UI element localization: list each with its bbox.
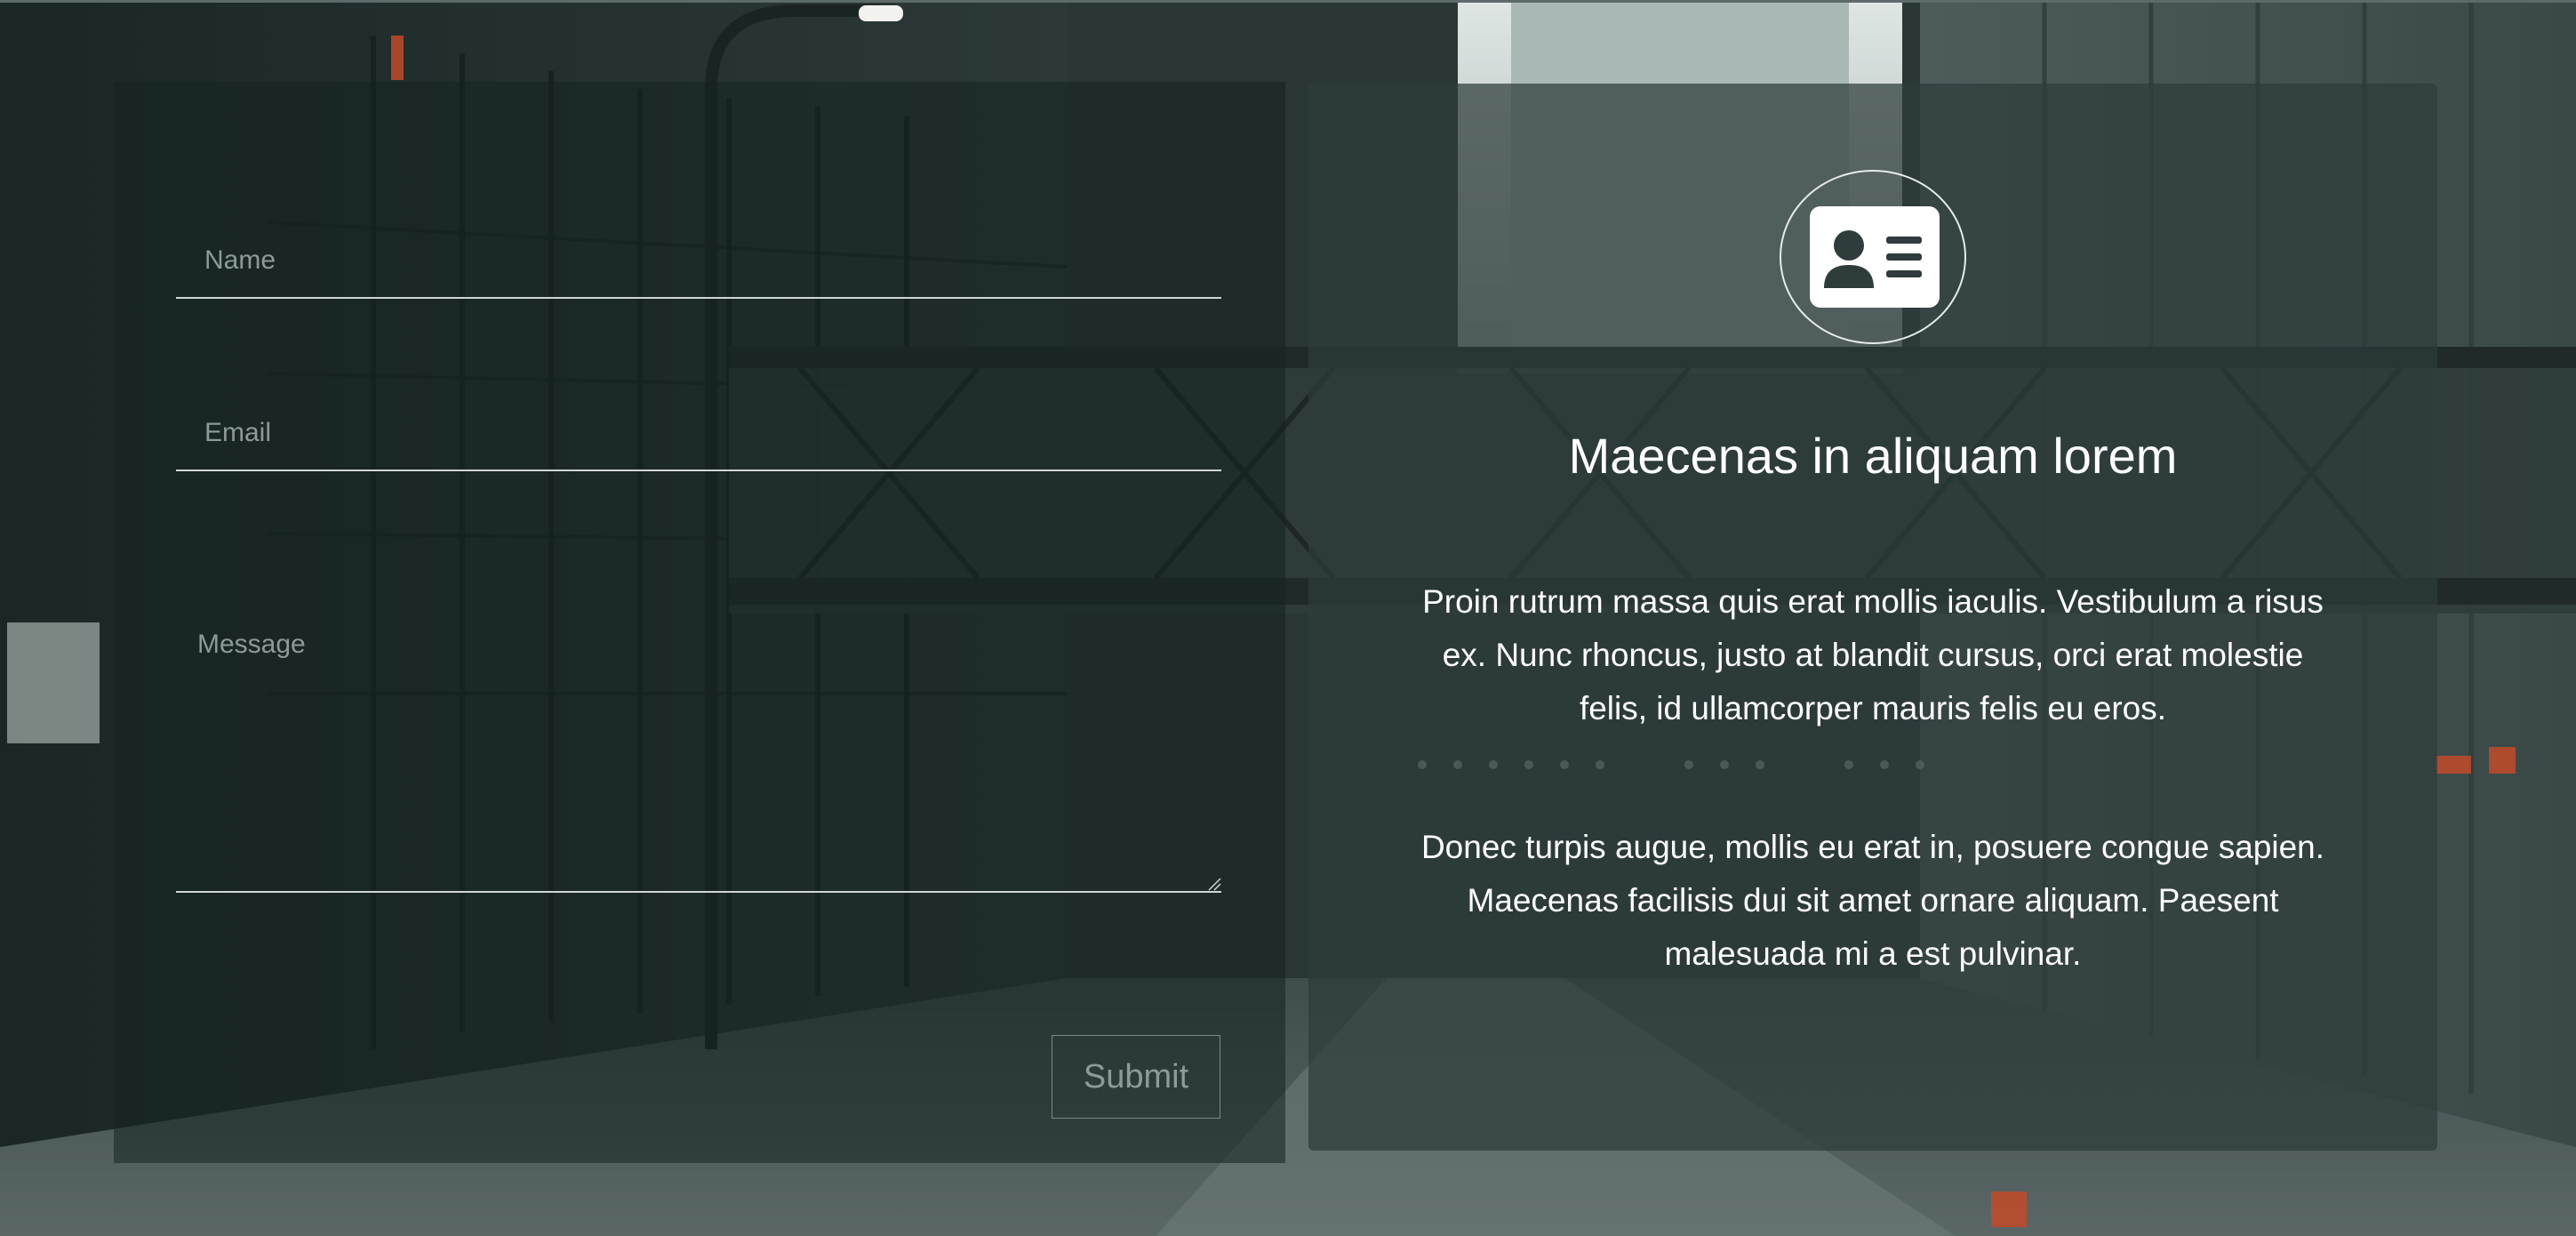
- top-edge-line: [0, 0, 2576, 3]
- email-field-placeholder[interactable]: Email: [204, 418, 271, 448]
- email-input-underline[interactable]: [176, 470, 1221, 471]
- contact-form-panel: [114, 82, 1285, 1163]
- message-field-placeholder[interactable]: Message: [197, 630, 306, 660]
- info-paragraph-2: Donec turpis augue, mollis eu erat in, p…: [1420, 829, 2325, 972]
- info-paragraph-1: Proin rutrum massa quis erat mollis iacu…: [1422, 583, 2324, 726]
- resize-grip-icon[interactable]: [1207, 877, 1221, 891]
- name-field-placeholder[interactable]: Name: [204, 245, 276, 276]
- id-card-icon: [1810, 206, 1940, 308]
- message-textarea-underline[interactable]: [176, 891, 1221, 893]
- submit-button[interactable]: Submit: [1052, 1035, 1220, 1119]
- name-input-underline[interactable]: [176, 297, 1221, 299]
- info-title: Maecenas in aliquam lorem: [1568, 428, 2178, 484]
